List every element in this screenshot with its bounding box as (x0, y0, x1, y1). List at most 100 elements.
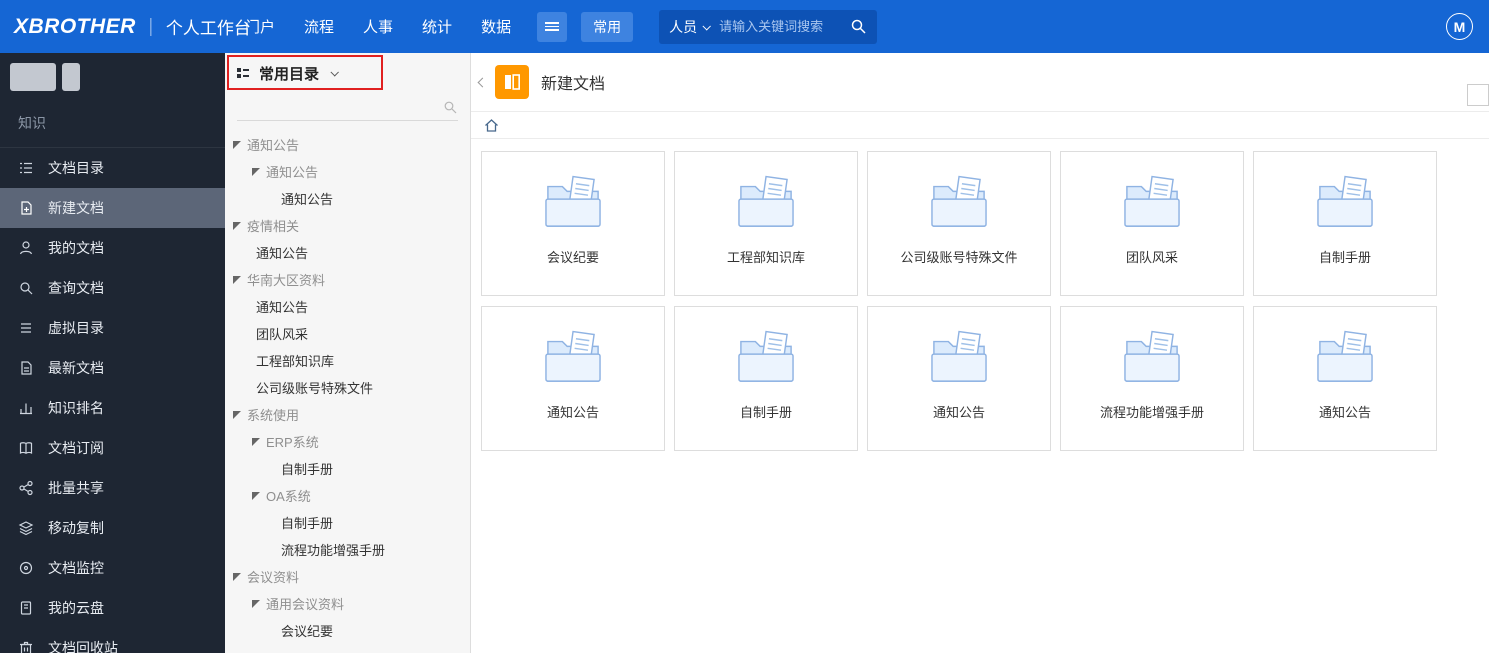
folder-card[interactable]: 通知公告 (481, 306, 665, 451)
collapse-panel-button[interactable] (475, 77, 489, 87)
brand-name: XBROTHER (14, 14, 136, 38)
sidebar-item-doc-subscription[interactable]: 文档订阅 (0, 428, 225, 468)
list-icon (21, 323, 31, 333)
search-icon[interactable] (443, 100, 458, 115)
corner-button[interactable] (1467, 84, 1489, 106)
user-badge[interactable]: M (1446, 13, 1473, 40)
expand-triangle-icon[interactable] (252, 491, 260, 500)
tree-node[interactable]: 通知公告 (225, 239, 470, 266)
tree-node[interactable]: 疫情相关 (225, 212, 470, 239)
folder-card[interactable]: 通知公告 (1253, 306, 1437, 451)
tree-panel-header[interactable]: 常用目录 (225, 53, 470, 93)
folder-card-label: 通知公告 (546, 405, 599, 420)
home-icon[interactable] (483, 117, 500, 134)
frequent-button[interactable]: 常用 (581, 11, 634, 42)
monitor-icon (19, 561, 33, 575)
sidebar-item-new-document[interactable]: 新建文档 (0, 188, 225, 228)
chevron-down-icon[interactable] (330, 68, 339, 77)
folder-card[interactable]: 工程部知识库 (674, 151, 858, 296)
recycle-bin-icon (20, 641, 32, 653)
folder-card[interactable]: 自制手册 (1253, 151, 1437, 296)
tree-node[interactable]: 华南大区资料 (225, 266, 470, 293)
expand-triangle-icon[interactable] (252, 599, 260, 608)
folder-card[interactable]: 流程功能增强手册 (1060, 306, 1244, 451)
menu-button[interactable] (537, 11, 568, 42)
topbar-right: M (1446, 13, 1473, 40)
folder-icon (928, 329, 990, 390)
tree-node[interactable]: 自制手册 (225, 455, 470, 482)
document-icon (21, 361, 32, 375)
tree-node[interactable]: 自制手册 (225, 509, 470, 536)
tree-node[interactable]: 通用会议资料 (225, 590, 470, 617)
folder-card[interactable]: 公司级账号特殊文件 (867, 151, 1051, 296)
sidebar-item-doc-catalog[interactable]: 文档目录 (0, 148, 225, 188)
folder-card[interactable]: 会议纪要 (481, 151, 665, 296)
tree-node-label: 工程部知识库 (256, 354, 335, 369)
tree-node[interactable]: 公司级账号特殊文件 (225, 374, 470, 401)
expand-triangle-icon[interactable] (233, 572, 241, 581)
sidebar-item-batch-share[interactable]: 批量共享 (0, 468, 225, 508)
tree-node[interactable]: ERP系统 (225, 428, 470, 455)
folder-card-label: 自制手册 (739, 405, 792, 420)
folder-card-label: 通知公告 (932, 405, 985, 420)
breadcrumb (471, 111, 1489, 139)
folder-card-label: 会议纪要 (546, 250, 599, 265)
nav-portal[interactable]: 门户 (245, 16, 275, 37)
nav-data[interactable]: 数据 (481, 16, 511, 37)
expand-triangle-icon[interactable] (233, 140, 241, 149)
sidebar-item-recycle-bin[interactable]: 文档回收站 (0, 628, 225, 653)
sidebar-item-move-copy[interactable]: 移动复制 (0, 508, 225, 548)
tree-node[interactable]: 工程部知识库 (225, 347, 470, 374)
folder-icon (1314, 174, 1376, 235)
folder-card[interactable]: 自制手册 (674, 306, 858, 451)
expand-triangle-icon[interactable] (252, 167, 260, 176)
search-icon[interactable] (850, 18, 867, 35)
redacted-block (10, 63, 56, 91)
sidebar-item-search-documents[interactable]: 查询文档 (0, 268, 225, 308)
folder-card[interactable]: 团队风采 (1060, 151, 1244, 296)
sidebar-item-knowledge-ranking[interactable]: 知识排名 (0, 388, 225, 428)
expand-triangle-icon[interactable] (233, 221, 241, 230)
nav-workflow[interactable]: 流程 (304, 16, 334, 37)
tree-node[interactable]: 会议纪要 (225, 617, 470, 644)
sidebar-item-virtual-catalog[interactable]: 虚拟目录 (0, 308, 225, 348)
brand-suffix: 个人工作台 (165, 19, 251, 38)
expand-triangle-icon[interactable] (252, 437, 260, 446)
sidebar-item-my-documents[interactable]: 我的文档 (0, 228, 225, 268)
sidebar-item-latest-documents[interactable]: 最新文档 (0, 348, 225, 388)
folder-icon (735, 174, 797, 235)
folder-card-label: 流程功能增强手册 (1099, 405, 1204, 420)
tree-node-label: 通知公告 (256, 246, 309, 261)
tree-node-label: 通知公告 (266, 165, 319, 180)
tree-node[interactable]: 团队风采 (225, 320, 470, 347)
folder-icon (542, 174, 604, 235)
search-icon (20, 282, 33, 295)
tree-node[interactable]: 流程功能增强手册 (225, 536, 470, 563)
global-search-input[interactable] (719, 19, 851, 34)
folder-card-label: 通知公告 (1318, 405, 1371, 420)
tree-search-input[interactable] (237, 100, 443, 115)
tree-node-label: 自制手册 (281, 462, 334, 477)
tree-node[interactable]: OA系统 (225, 482, 470, 509)
search-scope-dropdown[interactable]: 人员 (669, 17, 712, 37)
tree-node[interactable]: 通知公告 (225, 293, 470, 320)
tree-node[interactable]: 通知公告 (225, 131, 470, 158)
tree-node[interactable]: 通知公告 (225, 185, 470, 212)
search-scope-label: 人员 (669, 18, 698, 35)
tree-node[interactable]: 通知公告 (225, 158, 470, 185)
nav-statistics[interactable]: 统计 (422, 16, 452, 37)
sidebar-item-my-cloud-drive[interactable]: 我的云盘 (0, 588, 225, 628)
tree-node-label: 会议资料 (247, 570, 300, 585)
nav-hr[interactable]: 人事 (363, 16, 393, 37)
sidebar-item-label: 查询文档 (48, 280, 104, 296)
main-content: 新建文档 会议纪要 工程部知识库 公司级账号特殊文件 团队风采 自制手册 通知公… (471, 53, 1489, 653)
tree-node[interactable]: 系统使用 (225, 401, 470, 428)
expand-triangle-icon[interactable] (233, 275, 241, 284)
tree-node-label: 疫情相关 (247, 219, 300, 234)
tree-node[interactable]: 会议资料 (225, 563, 470, 590)
brand-logo[interactable]: XBROTHER ｜ 个人工作台 (0, 14, 251, 40)
folder-card[interactable]: 通知公告 (867, 306, 1051, 451)
sidebar-item-label: 文档监控 (48, 560, 104, 576)
expand-triangle-icon[interactable] (233, 410, 241, 419)
sidebar-item-doc-monitor[interactable]: 文档监控 (0, 548, 225, 588)
